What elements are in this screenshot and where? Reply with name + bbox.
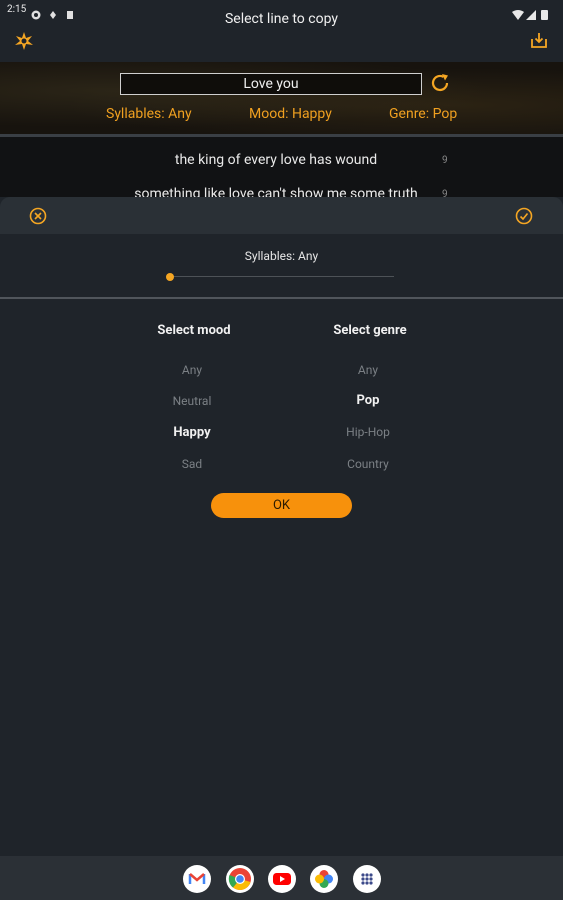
app-drawer-icon[interactable] <box>353 865 381 893</box>
refresh-icon[interactable] <box>429 72 451 94</box>
gmail-icon[interactable] <box>183 865 211 893</box>
mood-filter[interactable]: Mood: Happy <box>249 106 332 122</box>
genre-filter[interactable]: Genre: Pop <box>389 106 457 122</box>
genre-option-pop[interactable]: Pop <box>298 393 438 408</box>
app-logo-icon[interactable] <box>14 31 34 51</box>
photos-icon[interactable] <box>310 865 338 893</box>
ok-button[interactable]: OK <box>211 493 352 518</box>
result-text: something like love can't show me some t… <box>134 186 418 197</box>
sheet-divider <box>0 297 563 299</box>
page-title: Select line to copy <box>224 11 338 27</box>
slider-thumb[interactable] <box>166 273 174 281</box>
confirm-icon[interactable] <box>515 207 533 225</box>
syllables-slider[interactable] <box>170 276 394 277</box>
mood-title: Select mood <box>157 323 231 338</box>
filter-sheet <box>0 234 563 856</box>
mood-option-sad[interactable]: Sad <box>122 457 262 471</box>
genre-option-hip-hop[interactable]: Hip-Hop <box>298 425 438 439</box>
search-input[interactable]: Love you <box>120 73 422 95</box>
app-bar <box>0 22 563 62</box>
syllables-filter[interactable]: Syllables: Any <box>106 106 192 122</box>
results-list: the king of every love has wound 9 somet… <box>0 137 563 197</box>
mood-option-happy[interactable]: Happy <box>122 425 262 440</box>
mood-option-any[interactable]: Any <box>122 363 262 377</box>
close-icon[interactable] <box>29 207 47 225</box>
genre-title: Select genre <box>333 323 407 338</box>
chrome-icon[interactable] <box>226 865 254 893</box>
syllable-count: 9 <box>442 155 448 166</box>
result-text: the king of every love has wound <box>174 152 378 168</box>
mood-option-neutral[interactable]: Neutral <box>122 394 262 408</box>
genre-option-any[interactable]: Any <box>298 363 438 377</box>
syllable-count: 9 <box>442 189 448 197</box>
download-icon[interactable] <box>530 31 548 49</box>
genre-option-country[interactable]: Country <box>298 457 438 471</box>
youtube-icon[interactable] <box>268 865 296 893</box>
sheet-action-bar <box>0 197 563 234</box>
syllables-label: Syllables: Any <box>244 249 319 263</box>
